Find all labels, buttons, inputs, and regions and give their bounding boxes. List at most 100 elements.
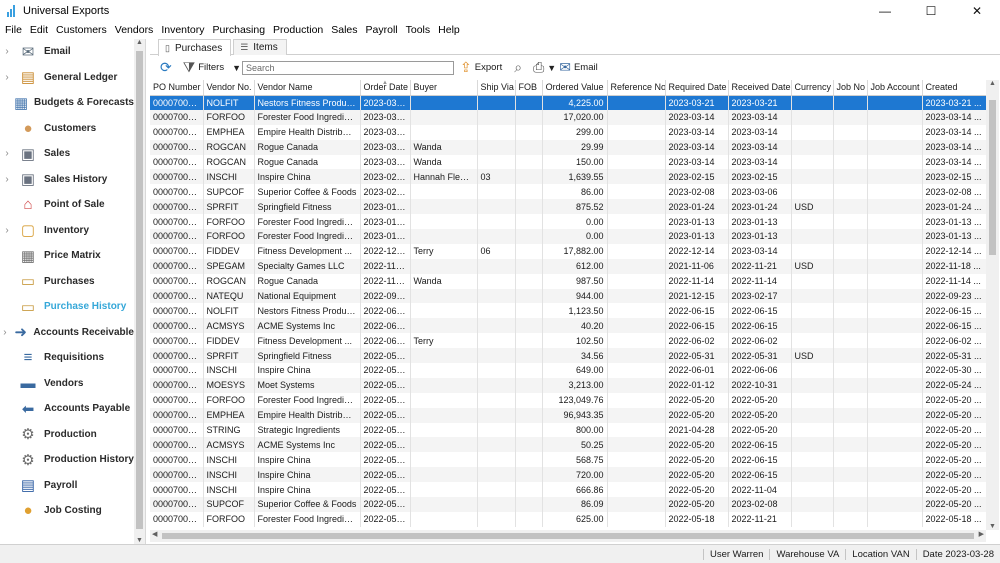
sidebar-item-accounts-payable[interactable]: ⬅ Accounts Payable — [0, 396, 134, 421]
menu-purchasing[interactable]: Purchasing — [213, 24, 266, 36]
grid-vertical-scroll-thumb[interactable] — [989, 100, 996, 255]
table-row[interactable]: 0000700072 MOESYS Moet Systems 2022-05-24 3,… — [150, 377, 986, 393]
expand-chevron-icon[interactable]: › — [0, 327, 10, 338]
sidebar-scrollbar[interactable]: ▲ ▼ — [134, 39, 145, 544]
column-header-currency[interactable]: Currency — [791, 80, 834, 96]
table-row[interactable]: 0000700063 ACMSYS ACME Systems Inc 2022-05-… — [150, 437, 986, 453]
grid-vertical-scrollbar[interactable]: ▲ ▼ — [986, 80, 999, 530]
sidebar-item-customers[interactable]: ● Customers — [0, 116, 134, 141]
table-row[interactable]: 0000700077 NOLFIT Nestors Fitness Products… — [150, 303, 986, 319]
expand-chevron-icon[interactable]: › — [0, 174, 14, 185]
sidebar-item-email[interactable]: › ✉ Email — [0, 39, 134, 64]
scroll-up-icon[interactable]: ▲ — [986, 80, 999, 87]
maximize-button[interactable]: ☐ — [908, 0, 954, 22]
grid-horizontal-scroll-thumb[interactable] — [162, 533, 974, 539]
table-row[interactable]: 0000700097 FORFOO Forester Food Ingredient… — [150, 109, 986, 125]
table-row[interactable]: 0000700078 NATEQU National Equipment 2022-0… — [150, 288, 986, 304]
sidebar-item-purchases[interactable]: ▭ Purchases — [0, 269, 134, 294]
column-header-received-date[interactable]: Received Date — [728, 80, 792, 96]
column-header-buyer[interactable]: Buyer — [410, 80, 478, 96]
table-row[interactable]: 0000700082 SPEGAM Specialty Games LLC 2022-… — [150, 258, 986, 274]
sidebar-item-price-matrix[interactable]: ▦ Price Matrix — [0, 243, 134, 268]
table-row[interactable]: 0000700073 INSCHI Inspire China 2022-05-30 6… — [150, 363, 986, 378]
sidebar-scroll-thumb[interactable] — [136, 51, 143, 529]
table-row[interactable]: 0000700061 FORFOO Forester Food Ingredient… — [150, 392, 986, 408]
find-button[interactable]: ⌕ — [514, 59, 525, 76]
sidebar-item-payroll[interactable]: ▤ Payroll — [0, 473, 134, 498]
sidebar-item-requisitions[interactable]: ≡ Requisitions — [0, 345, 134, 370]
column-header-job-no[interactable]: Job No — [833, 80, 868, 96]
sidebar-scroll-up-icon[interactable]: ▲ — [134, 39, 145, 46]
table-row[interactable]: 0000700099 ROGCAN Rogue Canada 2023-03-14 Wa… — [150, 154, 986, 170]
table-row[interactable]: 0000700060 STRING Strategic Ingredients 202… — [150, 422, 986, 438]
table-row[interactable]: 0000700062 EMPHEA Empire Health Distributi… — [150, 407, 986, 423]
tab-items[interactable]: ☰ Items — [233, 39, 287, 55]
scroll-left-icon[interactable]: ◀ — [152, 530, 157, 538]
menu-sales[interactable]: Sales — [331, 24, 357, 36]
filters-button[interactable]: ⧩ Filters — [183, 59, 224, 76]
sidebar-item-production-history[interactable]: ⚙ Production History — [0, 447, 134, 472]
minimize-button[interactable]: — — [862, 0, 908, 22]
sidebar-item-job-costing[interactable]: ● Job Costing — [0, 498, 134, 523]
menu-inventory[interactable]: Inventory — [161, 24, 204, 36]
column-header-ordered-value[interactable]: Ordered Value — [542, 80, 608, 96]
sidebar-item-general-ledger[interactable]: › ▤ General Ledger — [0, 65, 134, 90]
table-row[interactable]: 0000700069 INSCHI Inspire China 2022-05-20 6… — [150, 482, 986, 498]
search-input[interactable] — [242, 60, 455, 75]
menu-edit[interactable]: Edit — [30, 24, 48, 36]
column-header-fob[interactable]: FOB — [515, 80, 543, 96]
email-button[interactable]: ✉ Email — [559, 59, 598, 76]
sidebar-item-sales-history[interactable]: › ▣ Sales History — [0, 167, 134, 192]
print-dropdown-icon[interactable]: ▼ — [547, 63, 556, 73]
table-row[interactable]: 0000700098 ROGCAN Rogue Canada 2023-03-14 Wa… — [150, 139, 986, 155]
menu-vendors[interactable]: Vendors — [115, 24, 154, 36]
expand-chevron-icon[interactable]: › — [0, 148, 14, 159]
table-row[interactable]: 0000700096 EMPHEA Empire Health Distributi… — [150, 124, 986, 140]
table-row[interactable]: 0000700076 ACMSYS ACME Systems Inc 2022-06-… — [150, 318, 986, 334]
menu-payroll[interactable]: Payroll — [366, 24, 398, 36]
sidebar-item-point-of-sale[interactable]: ⌂ Point of Sale — [0, 192, 134, 217]
scroll-down-icon[interactable]: ▼ — [986, 523, 999, 530]
table-row[interactable]: 0000700087 SPRFIT Springfield Fitness 2023-… — [150, 199, 986, 215]
print-button[interactable]: ⎙ — [533, 59, 547, 76]
sidebar-item-vendors[interactable]: ▬ Vendors — [0, 371, 134, 396]
sidebar-scroll-down-icon[interactable]: ▼ — [134, 537, 145, 544]
table-row[interactable]: 0000700058 FORFOO Forester Food Ingredient… — [150, 511, 986, 527]
grid-horizontal-scrollbar[interactable]: ◀ ▶ — [150, 530, 986, 542]
table-row[interactable]: 0000700086 FORFOO Forester Food Ingredient… — [150, 229, 986, 244]
menu-file[interactable]: File — [5, 24, 22, 36]
expand-chevron-icon[interactable]: › — [0, 225, 14, 236]
menu-production[interactable]: Production — [273, 24, 323, 36]
table-row[interactable]: 0000700088 SUPCOF Superior Coffee & Foods 2… — [150, 184, 986, 200]
sidebar-item-accounts-receivable[interactable]: › ➜ Accounts Receivable — [0, 320, 134, 345]
scroll-right-icon[interactable]: ▶ — [979, 530, 984, 538]
filter-dropdown-icon[interactable]: ▼ — [232, 63, 241, 73]
table-row[interactable]: 0000700081 ROGCAN Rogue Canada 2022-11-14 Wa… — [150, 273, 986, 289]
column-header-vendor-name[interactable]: Vendor Name — [254, 80, 361, 96]
table-row[interactable]: 0000700065 SUPCOF Superior Coffee & Foods 2… — [150, 497, 986, 512]
table-row[interactable]: 0000700100 NOLFIT Nestors Fitness Products… — [150, 95, 986, 110]
table-row[interactable]: 0000700067 INSCHI Inspire China 2022-05-20 5… — [150, 452, 986, 468]
column-header-created[interactable]: Created — [922, 80, 986, 96]
column-header-ship-via[interactable]: Ship Via — [477, 80, 516, 96]
expand-chevron-icon[interactable]: › — [0, 46, 14, 57]
column-header-job-account[interactable]: Job Account — [867, 80, 923, 96]
table-row[interactable]: 0000700090 INSCHI Inspire China 2023-02-15 H… — [150, 169, 986, 185]
sidebar-item-purchase-history[interactable]: ▭ Purchase History — [0, 294, 134, 319]
column-header-required-date[interactable]: Required Date — [665, 80, 729, 96]
export-button[interactable]: ⇪ Export — [460, 59, 502, 76]
menu-tools[interactable]: Tools — [406, 24, 431, 36]
sidebar-item-production[interactable]: ⚙ Production — [0, 422, 134, 447]
sidebar-item-inventory[interactable]: › ▢ Inventory — [0, 218, 134, 243]
close-button[interactable]: ✕ — [954, 0, 1000, 22]
expand-chevron-icon[interactable]: › — [0, 72, 14, 83]
refresh-button[interactable]: ⟳ — [160, 59, 175, 76]
menu-customers[interactable]: Customers — [56, 24, 107, 36]
table-row[interactable]: 0000700085 FORFOO Forester Food Ingredient… — [150, 214, 986, 230]
table-row[interactable]: 0000700084 FIDDEV Fitness Development ... 2… — [150, 243, 986, 259]
sidebar-item-sales[interactable]: › ▣ Sales — [0, 141, 134, 166]
table-row[interactable]: 0000700075 FIDDEV Fitness Development ... 2… — [150, 333, 986, 349]
column-header-vendor-no[interactable]: Vendor No. — [203, 80, 255, 96]
sidebar-item-budgets-forecasts[interactable]: ▦ Budgets & Forecasts — [0, 90, 134, 115]
table-row[interactable]: 0000700068 INSCHI Inspire China 2022-05-20 7… — [150, 467, 986, 483]
